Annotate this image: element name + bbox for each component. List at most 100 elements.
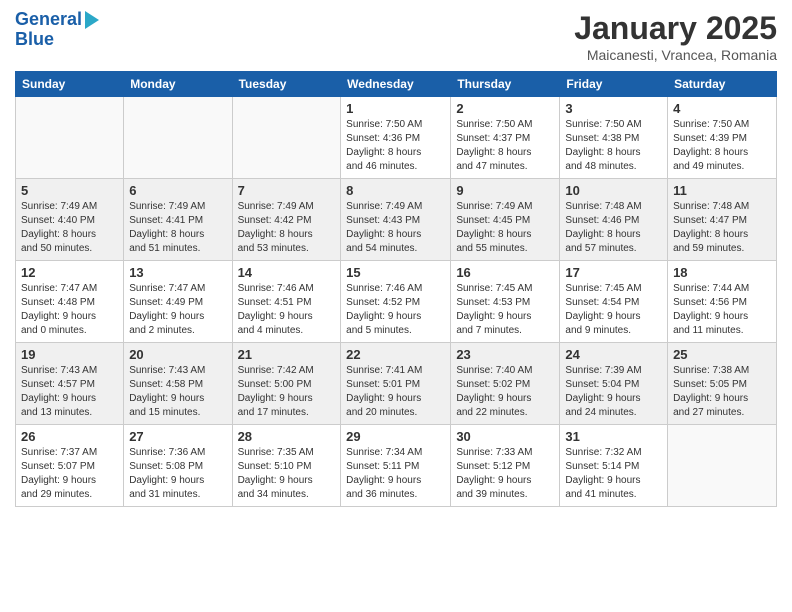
calendar-cell: 23Sunrise: 7:40 AM Sunset: 5:02 PM Dayli…: [451, 343, 560, 425]
calendar-cell: 14Sunrise: 7:46 AM Sunset: 4:51 PM Dayli…: [232, 261, 341, 343]
day-info: Sunrise: 7:38 AM Sunset: 5:05 PM Dayligh…: [673, 364, 771, 420]
weekday-header-sunday: Sunday: [16, 72, 124, 97]
day-number: 27: [129, 429, 226, 444]
day-info: Sunrise: 7:49 AM Sunset: 4:45 PM Dayligh…: [456, 200, 554, 256]
title-section: January 2025 Maicanesti, Vrancea, Romani…: [574, 10, 777, 63]
day-number: 16: [456, 265, 554, 280]
day-info: Sunrise: 7:43 AM Sunset: 4:58 PM Dayligh…: [129, 364, 226, 420]
calendar-week-row: 19 Sunrise: 7:43 AM Sunset: 4:57 PM Dayli…: [16, 343, 777, 425]
calendar-cell: 13 Sunrise: 7:47 AM Sunset: 4:49 PM Dayli…: [124, 261, 232, 343]
day-number: 24: [565, 347, 662, 362]
calendar-cell: 6 Sunrise: 7:49 AM Sunset: 4:41 PM Daylig…: [124, 179, 232, 261]
day-number: 4: [673, 101, 771, 116]
calendar-cell: 2 Sunrise: 7:50 AM Sunset: 4:37 PM Daylig…: [451, 97, 560, 179]
calendar-cell: 24 Sunrise: 7:39 AM Sunset: 5:04 PM Dayli…: [560, 343, 668, 425]
day-number: 29: [346, 429, 445, 444]
day-number: 8: [346, 183, 445, 198]
day-info: Sunrise: 7:32 AM Sunset: 5:14 PM Dayligh…: [565, 446, 662, 502]
weekday-header-wednesday: Wednesday: [341, 72, 451, 97]
calendar-week-row: 5 Sunrise: 7:49 AM Sunset: 4:40 PM Daylig…: [16, 179, 777, 261]
calendar-cell: [124, 97, 232, 179]
day-number: 20: [129, 347, 226, 362]
day-info: Sunrise: 7:34 AM Sunset: 5:11 PM Dayligh…: [346, 446, 445, 502]
calendar-table: SundayMondayTuesdayWednesdayThursdayFrid…: [15, 71, 777, 507]
day-info: Sunrise: 7:33 AM Sunset: 5:12 PM Dayligh…: [456, 446, 554, 502]
day-number: 23: [456, 347, 554, 362]
day-info: Sunrise: 7:46 AM Sunset: 4:51 PM Dayligh…: [238, 282, 336, 338]
day-info: Sunrise: 7:44 AM Sunset: 4:56 PM Dayligh…: [673, 282, 771, 338]
day-info: Sunrise: 7:47 AM Sunset: 4:49 PM Dayligh…: [129, 282, 226, 338]
day-number: 25: [673, 347, 771, 362]
day-number: 19: [21, 347, 118, 362]
weekday-header-tuesday: Tuesday: [232, 72, 341, 97]
calendar-cell: [16, 97, 124, 179]
calendar-cell: 31Sunrise: 7:32 AM Sunset: 5:14 PM Dayli…: [560, 425, 668, 507]
calendar-cell: 25 Sunrise: 7:38 AM Sunset: 5:05 PM Dayli…: [668, 343, 777, 425]
calendar-cell: 11 Sunrise: 7:48 AM Sunset: 4:47 PM Dayli…: [668, 179, 777, 261]
calendar-cell: 3Sunrise: 7:50 AM Sunset: 4:38 PM Daylig…: [560, 97, 668, 179]
weekday-header-friday: Friday: [560, 72, 668, 97]
day-info: Sunrise: 7:50 AM Sunset: 4:36 PM Dayligh…: [346, 118, 445, 174]
day-info: Sunrise: 7:45 AM Sunset: 4:53 PM Dayligh…: [456, 282, 554, 338]
day-info: Sunrise: 7:39 AM Sunset: 5:04 PM Dayligh…: [565, 364, 662, 420]
day-info: Sunrise: 7:49 AM Sunset: 4:42 PM Dayligh…: [238, 200, 336, 256]
day-info: Sunrise: 7:35 AM Sunset: 5:10 PM Dayligh…: [238, 446, 336, 502]
day-info: Sunrise: 7:36 AM Sunset: 5:08 PM Dayligh…: [129, 446, 226, 502]
calendar-cell: 15 Sunrise: 7:46 AM Sunset: 4:52 PM Dayli…: [341, 261, 451, 343]
day-number: 6: [129, 183, 226, 198]
day-info: Sunrise: 7:49 AM Sunset: 4:40 PM Dayligh…: [21, 200, 118, 256]
calendar-cell: 1Sunrise: 7:50 AM Sunset: 4:36 PM Daylig…: [341, 97, 451, 179]
calendar-cell: 5 Sunrise: 7:49 AM Sunset: 4:40 PM Daylig…: [16, 179, 124, 261]
day-number: 26: [21, 429, 118, 444]
weekday-header-monday: Monday: [124, 72, 232, 97]
day-info: Sunrise: 7:49 AM Sunset: 4:41 PM Dayligh…: [129, 200, 226, 256]
day-number: 3: [565, 101, 662, 116]
day-info: Sunrise: 7:43 AM Sunset: 4:57 PM Dayligh…: [21, 364, 118, 420]
calendar-cell: 22 Sunrise: 7:41 AM Sunset: 5:01 PM Dayli…: [341, 343, 451, 425]
calendar-cell: 8 Sunrise: 7:49 AM Sunset: 4:43 PM Daylig…: [341, 179, 451, 261]
calendar-cell: 10Sunrise: 7:48 AM Sunset: 4:46 PM Dayli…: [560, 179, 668, 261]
day-info: Sunrise: 7:49 AM Sunset: 4:43 PM Dayligh…: [346, 200, 445, 256]
day-info: Sunrise: 7:50 AM Sunset: 4:39 PM Dayligh…: [673, 118, 771, 174]
calendar-cell: 27 Sunrise: 7:36 AM Sunset: 5:08 PM Dayli…: [124, 425, 232, 507]
calendar-week-row: 12Sunrise: 7:47 AM Sunset: 4:48 PM Dayli…: [16, 261, 777, 343]
calendar-cell: 21 Sunrise: 7:42 AM Sunset: 5:00 PM Dayli…: [232, 343, 341, 425]
day-number: 21: [238, 347, 336, 362]
calendar-cell: 29 Sunrise: 7:34 AM Sunset: 5:11 PM Dayli…: [341, 425, 451, 507]
day-number: 5: [21, 183, 118, 198]
calendar-cell: 7 Sunrise: 7:49 AM Sunset: 4:42 PM Daylig…: [232, 179, 341, 261]
calendar-cell: 26Sunrise: 7:37 AM Sunset: 5:07 PM Dayli…: [16, 425, 124, 507]
month-title: January 2025: [574, 10, 777, 47]
location: Maicanesti, Vrancea, Romania: [574, 47, 777, 63]
logo: General Blue: [15, 10, 99, 50]
day-number: 28: [238, 429, 336, 444]
weekday-header-thursday: Thursday: [451, 72, 560, 97]
header: General Blue January 2025 Maicanesti, Vr…: [15, 10, 777, 63]
page-container: General Blue January 2025 Maicanesti, Vr…: [0, 0, 792, 517]
day-number: 15: [346, 265, 445, 280]
day-info: Sunrise: 7:41 AM Sunset: 5:01 PM Dayligh…: [346, 364, 445, 420]
day-number: 22: [346, 347, 445, 362]
calendar-week-row: 26Sunrise: 7:37 AM Sunset: 5:07 PM Dayli…: [16, 425, 777, 507]
weekday-header-saturday: Saturday: [668, 72, 777, 97]
calendar-cell: 20 Sunrise: 7:43 AM Sunset: 4:58 PM Dayli…: [124, 343, 232, 425]
day-number: 11: [673, 183, 771, 198]
day-number: 18: [673, 265, 771, 280]
day-info: Sunrise: 7:42 AM Sunset: 5:00 PM Dayligh…: [238, 364, 336, 420]
day-info: Sunrise: 7:48 AM Sunset: 4:46 PM Dayligh…: [565, 200, 662, 256]
day-info: Sunrise: 7:50 AM Sunset: 4:37 PM Dayligh…: [456, 118, 554, 174]
calendar-cell: 12Sunrise: 7:47 AM Sunset: 4:48 PM Dayli…: [16, 261, 124, 343]
calendar-cell: 19 Sunrise: 7:43 AM Sunset: 4:57 PM Dayli…: [16, 343, 124, 425]
calendar-cell: 28 Sunrise: 7:35 AM Sunset: 5:10 PM Dayli…: [232, 425, 341, 507]
day-number: 7: [238, 183, 336, 198]
logo-text-blue: Blue: [15, 30, 54, 50]
day-number: 12: [21, 265, 118, 280]
day-info: Sunrise: 7:46 AM Sunset: 4:52 PM Dayligh…: [346, 282, 445, 338]
calendar-cell: [232, 97, 341, 179]
day-number: 13: [129, 265, 226, 280]
day-info: Sunrise: 7:48 AM Sunset: 4:47 PM Dayligh…: [673, 200, 771, 256]
day-number: 2: [456, 101, 554, 116]
day-number: 17: [565, 265, 662, 280]
calendar-cell: [668, 425, 777, 507]
calendar-cell: 4 Sunrise: 7:50 AM Sunset: 4:39 PM Daylig…: [668, 97, 777, 179]
